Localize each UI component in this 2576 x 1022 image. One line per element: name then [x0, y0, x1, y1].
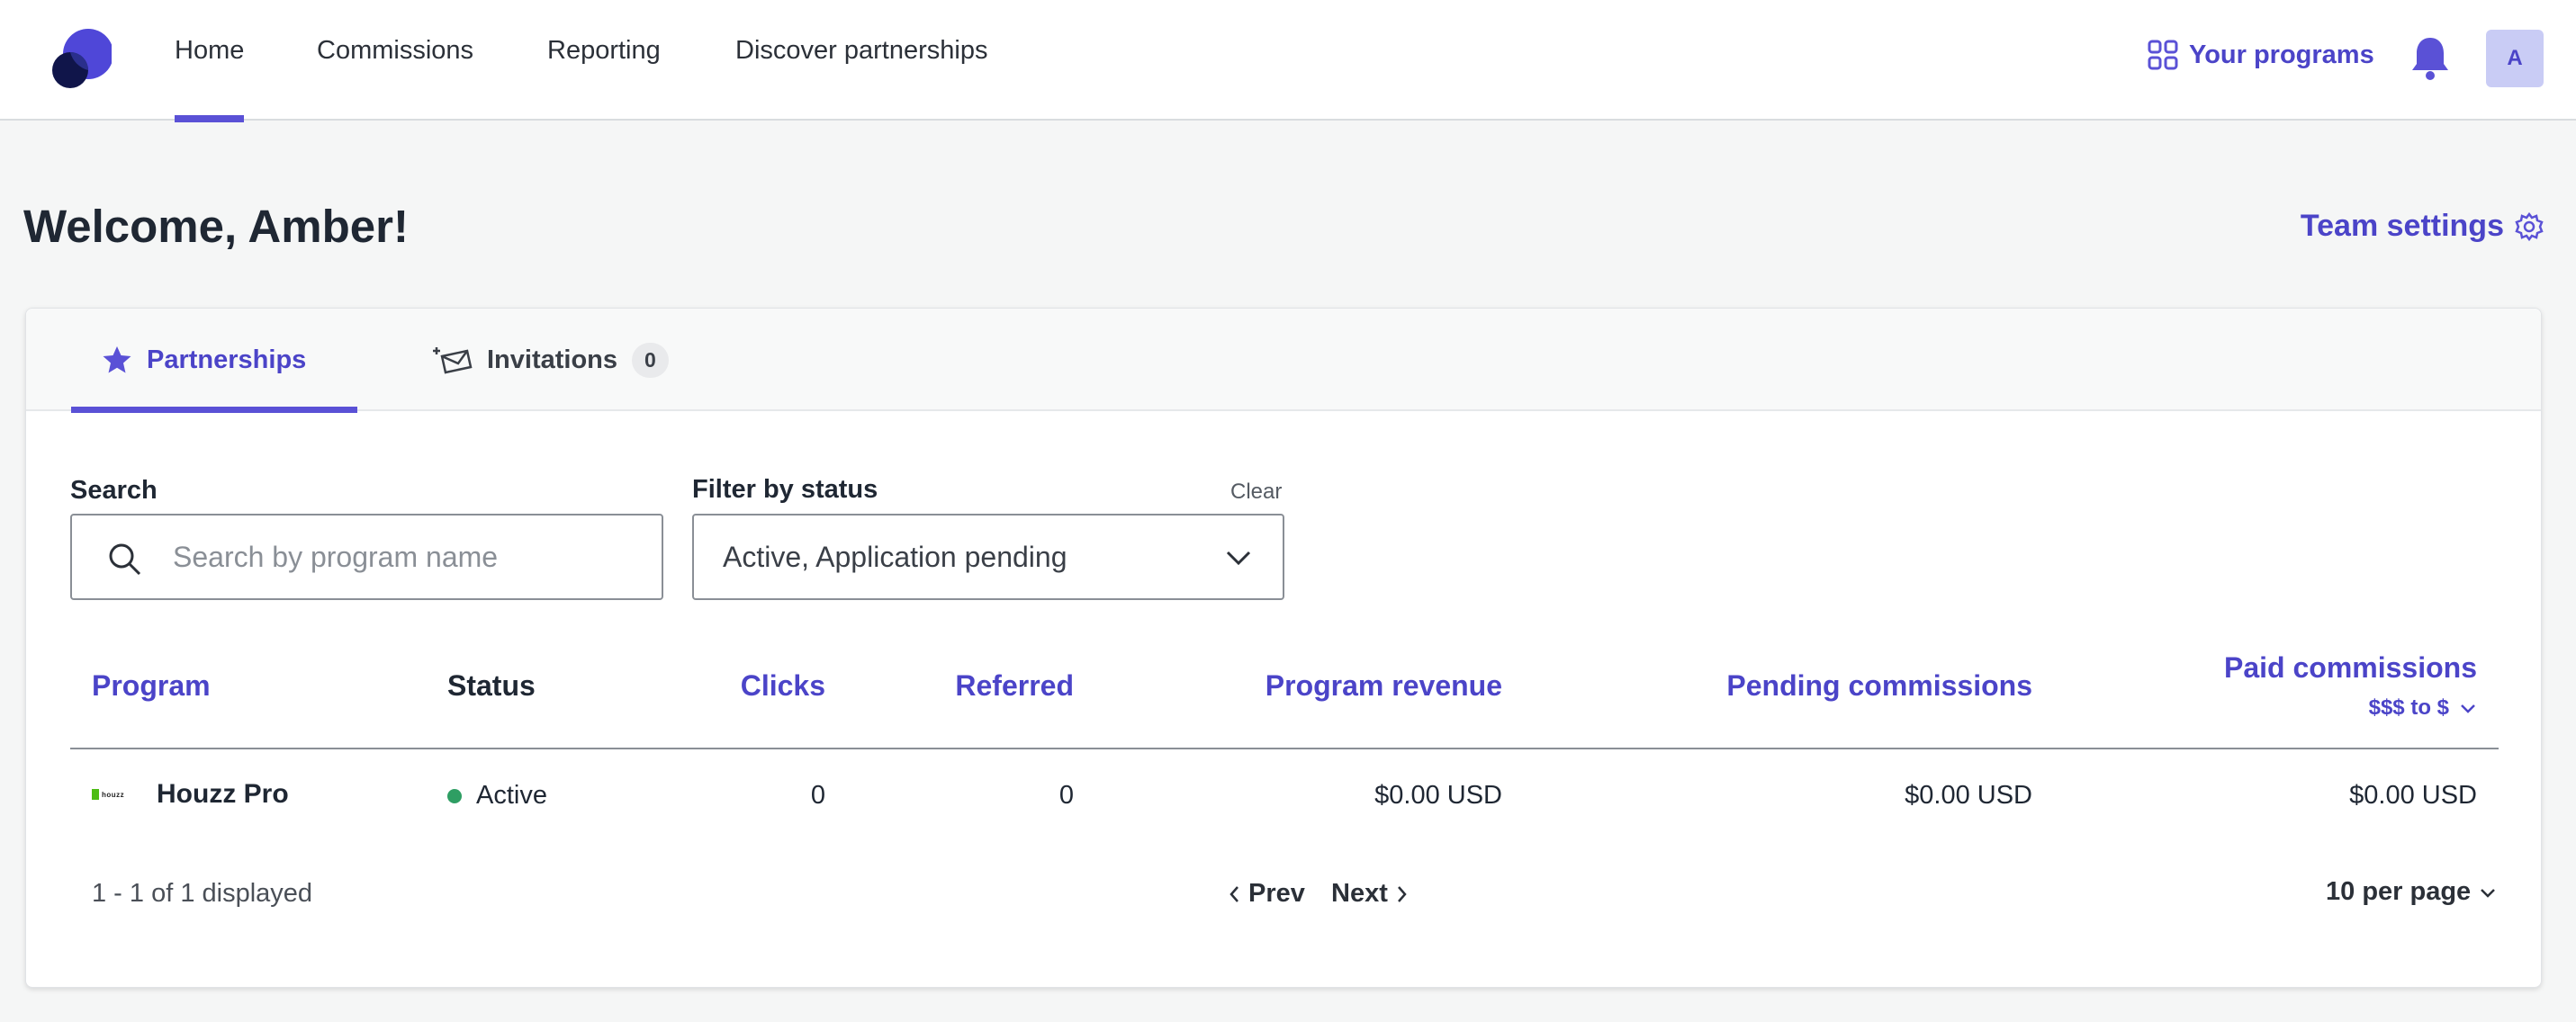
gear-icon: [2515, 211, 2544, 241]
nav-tab-reporting[interactable]: Reporting: [547, 0, 661, 121]
search-icon: [109, 543, 141, 576]
nav-tab-label: Home: [175, 36, 245, 65]
partnerships-card: Partnerships Invitations 0 Search Filter…: [25, 308, 2542, 988]
prev-label: Prev: [1248, 879, 1305, 908]
status-filter-select[interactable]: Active, Application pending: [692, 514, 1284, 600]
program-name[interactable]: Houzz Pro: [157, 779, 289, 810]
grid-icon: [2148, 40, 2178, 70]
prev-page-button[interactable]: Prev: [1229, 879, 1305, 909]
nav-tab-label: Reporting: [547, 36, 661, 65]
paid-commissions-sort-dropdown[interactable]: $$$ to $: [2369, 695, 2476, 721]
column-header-paid-commissions[interactable]: Paid commissions: [2224, 651, 2477, 685]
houzz-logo: houzz: [92, 788, 142, 801]
displayed-count: 1 - 1 of 1 displayed: [92, 879, 313, 908]
filter-status-label: Filter by status: [692, 475, 878, 504]
status-cell: Active: [447, 781, 547, 811]
next-label: Next: [1331, 879, 1388, 908]
column-header-referred[interactable]: Referred: [955, 669, 1074, 703]
tab-partnerships[interactable]: Partnerships: [71, 309, 357, 413]
nav-tab-discover-partnerships[interactable]: Discover partnerships: [735, 0, 987, 121]
chevron-down-icon: [2461, 704, 2475, 713]
table-header-divider: [70, 748, 2499, 749]
team-settings-label: Team settings: [2300, 209, 2504, 243]
search-input[interactable]: [173, 515, 641, 598]
referred-cell: 0: [1058, 781, 1074, 810]
houzz-mark-icon: [92, 789, 99, 800]
nav-tab-label: Commissions: [317, 36, 474, 65]
invitations-count-badge: 0: [632, 342, 669, 378]
tab-invitations[interactable]: Invitations 0: [404, 309, 669, 411]
team-settings-link[interactable]: Team settings: [2301, 209, 2544, 244]
column-header-program-revenue[interactable]: Program revenue: [1265, 669, 1502, 703]
program-cell: houzz Houzz Pro: [92, 779, 289, 810]
column-header-status: Status: [447, 669, 536, 702]
avatar[interactable]: A: [2486, 30, 2544, 87]
column-header-program[interactable]: Program: [92, 669, 211, 703]
chevron-down-icon: [2481, 888, 2496, 898]
avatar-initial: A: [2507, 46, 2523, 70]
bell-icon[interactable]: [2409, 34, 2452, 81]
page-title: Welcome, Amber!: [23, 201, 409, 252]
chevron-right-icon: [1397, 885, 1407, 902]
your-programs-label: Your programs: [2189, 40, 2374, 69]
status-text: Active: [476, 781, 547, 810]
envelope-plus-icon: [433, 347, 473, 374]
star-icon: [103, 346, 131, 373]
chevron-down-icon: [1226, 551, 1251, 566]
search-field: [70, 514, 663, 600]
paid-sort-label: $$$ to $: [2368, 695, 2449, 720]
your-programs-link[interactable]: Your programs: [2148, 40, 2374, 70]
next-page-button[interactable]: Next: [1331, 879, 1408, 909]
status-filter-value: Active, Application pending: [723, 540, 1067, 573]
per-page-select[interactable]: 10 per page: [2326, 877, 2496, 907]
column-header-pending-commissions[interactable]: Pending commissions: [1726, 669, 2032, 703]
nav-tab-label: Discover partnerships: [735, 36, 988, 65]
top-navigation: Home Commissions Reporting Discover part…: [0, 0, 2576, 122]
houzz-logo-text: houzz: [102, 790, 125, 799]
card-tabs: Partnerships Invitations 0: [26, 309, 2541, 413]
tab-partnerships-label: Partnerships: [147, 345, 307, 374]
status-dot-icon: [447, 788, 462, 803]
paid-commissions-cell: $0.00 USD: [2349, 781, 2477, 810]
nav-tab-home[interactable]: Home: [175, 0, 245, 122]
nav-tab-commissions[interactable]: Commissions: [317, 0, 473, 121]
clicks-cell: 0: [810, 781, 825, 810]
clear-filter-link[interactable]: Clear: [1230, 480, 1282, 505]
brand-logo-icon[interactable]: [52, 27, 112, 90]
column-header-clicks[interactable]: Clicks: [741, 669, 825, 703]
chevron-left-icon: [1229, 885, 1238, 902]
tab-invitations-label: Invitations: [487, 345, 618, 374]
program-revenue-cell: $0.00 USD: [1374, 781, 1502, 810]
search-label: Search: [70, 476, 158, 505]
per-page-label: 10 per page: [2326, 877, 2472, 906]
pending-commissions-cell: $0.00 USD: [1905, 781, 2032, 810]
